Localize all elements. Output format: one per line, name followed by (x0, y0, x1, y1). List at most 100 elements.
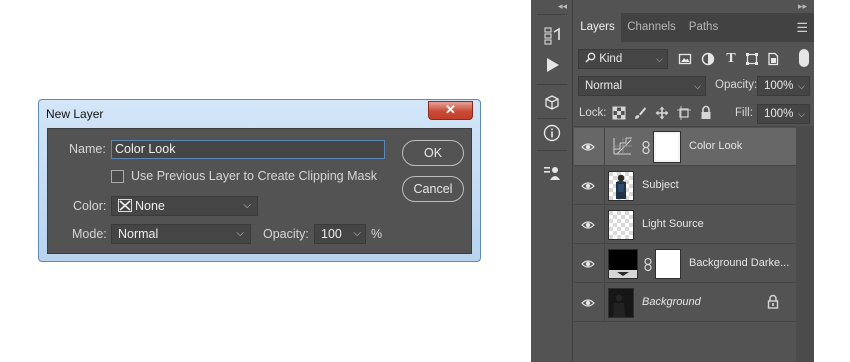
mode-label: Mode: (72, 227, 107, 241)
collapse-right-icon[interactable]: ▸▸ (798, 1, 807, 12)
new-layer-dialog: New Layer ✕ Name: Color Look Use Previou… (38, 99, 481, 262)
layer-row-background-darken[interactable]: Background Darke... (574, 245, 796, 283)
layer-name[interactable]: Background Darke... (689, 257, 789, 269)
opacity-label: Opacity: (715, 79, 758, 91)
color-select-value: None (135, 199, 165, 213)
lock-image-pixels-icon[interactable] (633, 106, 647, 123)
shape-filter-icon[interactable] (745, 52, 759, 66)
lock-all-icon[interactable] (700, 105, 712, 123)
visibility-eye-icon[interactable] (581, 296, 595, 310)
layer-opacity-field[interactable]: 100% ⌵ (757, 76, 810, 96)
divider (537, 150, 567, 151)
mask-link-icon[interactable] (644, 257, 652, 274)
layers-panel: ▸▸ Layers Channels Paths ☰ Kind ⌵ T Norm… (574, 0, 814, 362)
opacity-field[interactable]: 100 ⌵ (314, 224, 366, 244)
layer-row-color-look[interactable]: Color Look (574, 128, 796, 166)
close-button[interactable]: ✕ (428, 101, 473, 120)
color-label: Color: (73, 199, 107, 213)
opacity-label: Opacity: (263, 227, 309, 241)
layer-row-background[interactable]: Background (574, 284, 796, 322)
3d-cube-icon[interactable] (541, 93, 563, 113)
visibility-eye-icon[interactable] (581, 218, 595, 232)
chevron-down-icon: ⌵ (236, 228, 244, 239)
ok-button[interactable]: OK (402, 140, 464, 166)
mask-link-icon[interactable] (642, 140, 650, 157)
blend-mode-value: Normal (585, 80, 623, 92)
opacity-value: 100 (321, 227, 342, 241)
adjustment-layer-icon (611, 132, 637, 162)
visibility-eye-icon[interactable] (581, 140, 595, 154)
layer-name[interactable]: Color Look (689, 140, 742, 152)
chevron-down-icon: ⌵ (243, 200, 251, 211)
divider (604, 128, 605, 166)
filter-toggle-switch[interactable] (799, 49, 809, 67)
chevron-down-icon: ⌵ (656, 54, 663, 64)
color-select[interactable]: None ⌵ (111, 196, 258, 216)
opacity-unit: % (371, 227, 383, 241)
panel-icon-strip: ◂◂ (531, 0, 573, 362)
layer-name[interactable]: Light Source (642, 218, 704, 230)
dialog-body: Name: Color Look Use Previous Layer to C… (47, 128, 472, 254)
layer-thumbnail-background[interactable] (608, 288, 634, 318)
panel-menu-icon[interactable]: ☰ (796, 20, 808, 36)
layer-opacity-value: 100% (764, 80, 794, 92)
layer-name[interactable]: Background (642, 296, 701, 308)
lock-transparent-pixels-icon[interactable] (612, 106, 626, 123)
tab-channels[interactable]: Channels (623, 13, 680, 42)
dialog-title: New Layer (46, 107, 104, 121)
panel-tab-bar: Layers Channels Paths ☰ (574, 13, 814, 42)
layer-lock-icon[interactable] (767, 294, 779, 310)
no-color-swatch-icon (118, 199, 132, 212)
visibility-eye-icon[interactable] (581, 257, 595, 271)
type-filter-icon[interactable]: T (724, 52, 738, 66)
kind-filter-select[interactable]: Kind ⌵ (578, 49, 668, 69)
tab-paths[interactable]: Paths (681, 13, 726, 42)
collapse-left-icon[interactable]: ◂◂ (558, 1, 567, 12)
image-filter-icon[interactable] (678, 52, 692, 66)
properties-icon[interactable] (541, 163, 563, 183)
divider (604, 206, 605, 244)
layer-row-light-source[interactable]: Light Source (574, 206, 796, 244)
dialog-titlebar[interactable]: New Layer ✕ (39, 100, 480, 128)
chevron-down-icon[interactable]: ⌵ (798, 105, 805, 123)
layer-row-subject[interactable]: Subject (574, 167, 796, 205)
lock-label: Lock: (579, 107, 607, 119)
search-icon (585, 52, 596, 63)
visibility-eye-icon[interactable] (581, 179, 595, 193)
layer-mask-thumbnail[interactable] (655, 249, 681, 279)
play-icon[interactable] (541, 55, 563, 75)
tab-layers[interactable]: Layers (574, 13, 621, 42)
history-brush-icon[interactable] (541, 26, 563, 46)
clipping-mask-label: Use Previous Layer to Create Clipping Ma… (131, 169, 377, 183)
layer-thumbnail-subject[interactable] (608, 171, 634, 201)
fill-field[interactable]: 100% ⌵ (757, 104, 810, 124)
clipping-mask-checkbox[interactable] (111, 170, 124, 183)
lock-position-icon[interactable] (655, 106, 669, 123)
cancel-button[interactable]: Cancel (402, 176, 464, 202)
blend-mode-select[interactable]: Normal ⌵ (578, 76, 706, 96)
divider (537, 118, 567, 119)
layer-thumbnail-background-darken[interactable] (608, 249, 638, 279)
divider (604, 245, 605, 283)
divider (604, 284, 605, 322)
layer-mask-thumbnail[interactable] (654, 132, 680, 162)
divider (574, 126, 796, 127)
smart-object-filter-icon[interactable] (766, 52, 780, 66)
mode-select-value: Normal (118, 227, 159, 241)
adjustment-filter-icon[interactable] (701, 52, 715, 66)
divider (537, 14, 567, 15)
chevron-down-icon: ⌵ (694, 81, 701, 91)
fill-value: 100% (764, 108, 794, 120)
chevron-down-icon[interactable]: ⌵ (798, 77, 805, 95)
lock-artboard-icon[interactable] (677, 106, 691, 123)
layers-scrollbar[interactable] (796, 126, 814, 362)
divider (604, 167, 605, 205)
name-field[interactable]: Color Look (111, 140, 385, 159)
kind-label: Kind (599, 53, 623, 65)
info-icon[interactable] (541, 123, 563, 143)
divider (537, 84, 567, 85)
layer-name[interactable]: Subject (642, 179, 679, 191)
chevron-down-icon[interactable]: ⌵ (353, 225, 361, 243)
layer-thumbnail-light-source[interactable] (608, 210, 634, 240)
mode-select[interactable]: Normal ⌵ (111, 224, 251, 244)
